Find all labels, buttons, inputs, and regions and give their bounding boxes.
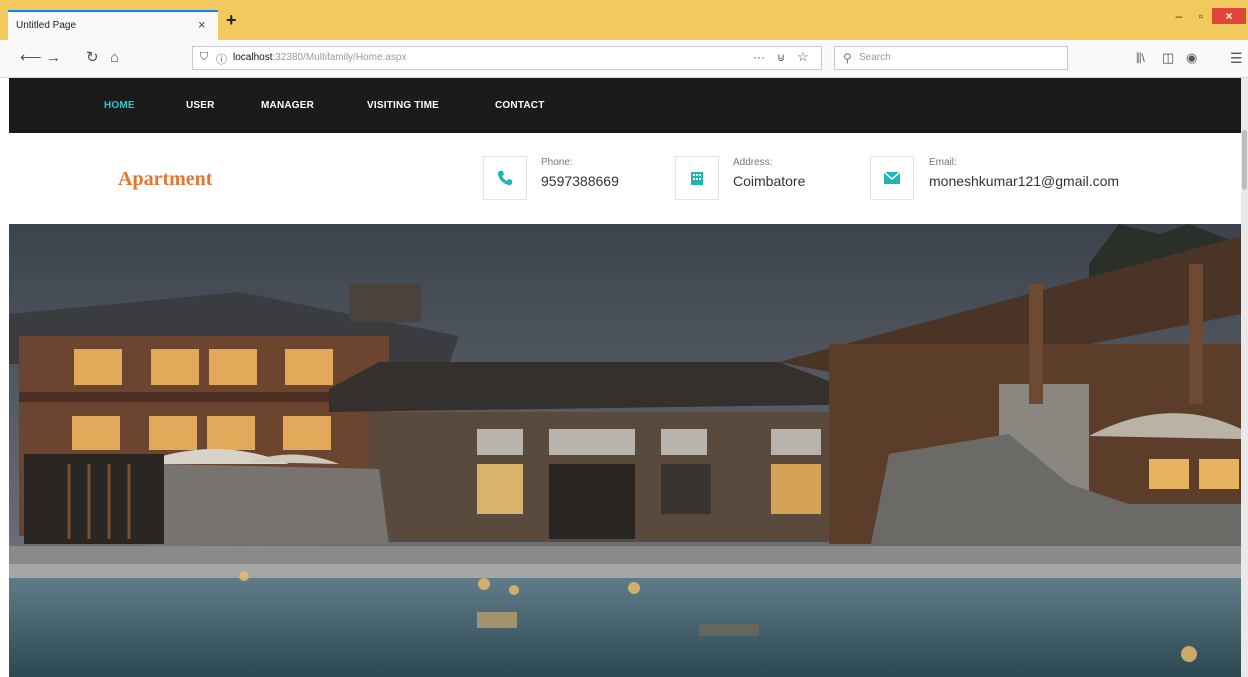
email-value: moneshkumar121@gmail.com: [929, 173, 1120, 189]
home-icon[interactable]: ⌂: [110, 50, 119, 66]
account-icon[interactable]: ◉: [1186, 50, 1197, 66]
library-icon[interactable]: ⫼\: [1136, 50, 1145, 66]
nav-home[interactable]: HOME: [104, 100, 135, 111]
envelope-icon: [871, 157, 913, 199]
bookmark-star-icon[interactable]: ☆: [797, 49, 809, 65]
address-icon-box: [675, 156, 719, 200]
email-label: Email:: [929, 157, 957, 168]
site-navbar: HOME USER MANAGER VISITING TIME CONTACT: [9, 78, 1241, 133]
reload-icon[interactable]: ↻: [86, 50, 99, 66]
search-input[interactable]: ⚲ Search: [834, 46, 1068, 70]
search-placeholder: Search: [859, 52, 891, 63]
url-host: localhost: [233, 52, 273, 63]
nav-visiting-time[interactable]: VISITING TIME: [367, 100, 439, 111]
url-bar[interactable]: ⛉ ⓘ localhost:32380/Multifamily/Home.asp…: [192, 46, 822, 70]
search-icon: ⚲: [843, 51, 852, 65]
address-value: Coimbatore: [733, 173, 806, 189]
phone-icon: [484, 157, 526, 199]
pocket-icon[interactable]: ⊍: [777, 51, 785, 64]
menu-icon[interactable]: ☰: [1230, 50, 1243, 66]
hero-image: [9, 224, 1241, 677]
page-actions-icon[interactable]: ···: [753, 50, 765, 64]
window-close-icon[interactable]: ×: [1212, 8, 1246, 24]
sidebar-icon[interactable]: ◫: [1162, 50, 1174, 66]
address-label: Address:: [733, 157, 773, 168]
phone-label: Phone:: [541, 157, 573, 168]
tab-close-icon[interactable]: ×: [198, 17, 206, 32]
nav-contact[interactable]: CONTACT: [495, 100, 545, 111]
tab-title: Untitled Page: [16, 20, 77, 31]
url-path: :32380/Multifamily/Home.aspx: [272, 52, 407, 63]
nav-manager[interactable]: MANAGER: [261, 100, 314, 111]
new-tab-icon[interactable]: +: [226, 11, 237, 29]
lodge-pool-illustration: [9, 224, 1241, 677]
browser-toolbar: ⟵ → ↻ ⌂ ⛉ ⓘ localhost:32380/Multifamily/…: [0, 40, 1248, 78]
info-icon[interactable]: ⓘ: [216, 51, 227, 67]
nav-user[interactable]: USER: [186, 100, 215, 111]
email-icon-box: [870, 156, 914, 200]
page-scrollbar-thumb[interactable]: [1242, 130, 1247, 190]
back-icon[interactable]: ⟵: [20, 50, 42, 66]
window-maximize-icon[interactable]: ▫: [1190, 8, 1212, 24]
brand-logo[interactable]: Apartment: [118, 168, 212, 191]
phone-value: 9597388669: [541, 173, 619, 189]
browser-tab[interactable]: Untitled Page ×: [8, 10, 218, 40]
shield-icon[interactable]: ⛉: [200, 51, 208, 64]
browser-tab-strip: Untitled Page × + – ▫ ×: [0, 0, 1248, 40]
phone-icon-box: [483, 156, 527, 200]
forward-icon[interactable]: →: [46, 50, 61, 66]
window-minimize-icon[interactable]: –: [1168, 8, 1190, 24]
url-text[interactable]: localhost:32380/Multifamily/Home.aspx: [233, 52, 406, 63]
building-icon: [676, 157, 718, 199]
